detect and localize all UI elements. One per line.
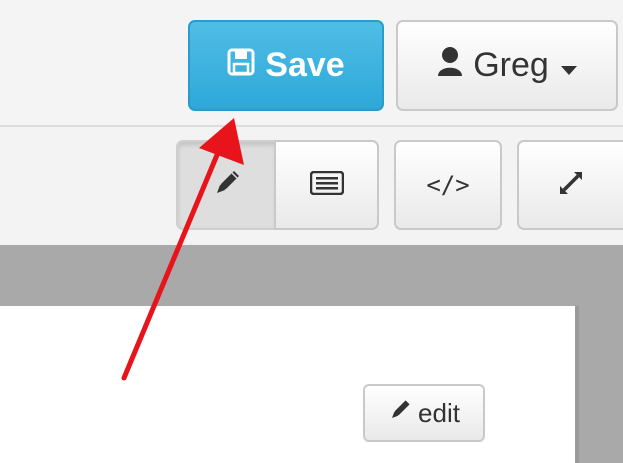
pencil-icon [212, 168, 242, 203]
save-button-label: Save [265, 46, 345, 84]
pencil-icon [388, 398, 412, 429]
document-page [0, 306, 575, 463]
preview-mode-button[interactable] [274, 140, 379, 230]
floppy-disk-icon [227, 46, 255, 85]
inline-edit-label: edit [418, 397, 460, 428]
edit-mode-button[interactable] [176, 140, 276, 230]
fullscreen-button[interactable] [517, 140, 623, 230]
app-window: Save Greg </> edit [0, 0, 623, 463]
save-button[interactable]: Save [188, 20, 384, 111]
document-page-edge [575, 306, 579, 463]
expand-icon [556, 168, 586, 203]
source-mode-button[interactable]: </> [394, 140, 502, 230]
user-menu-button[interactable]: Greg [396, 20, 618, 111]
inline-edit-button[interactable]: edit [363, 384, 485, 442]
user-icon [437, 46, 463, 85]
chevron-down-icon [560, 46, 577, 85]
list-icon [309, 170, 344, 200]
user-name: Greg [473, 46, 549, 84]
code-icon: </> [426, 171, 470, 199]
